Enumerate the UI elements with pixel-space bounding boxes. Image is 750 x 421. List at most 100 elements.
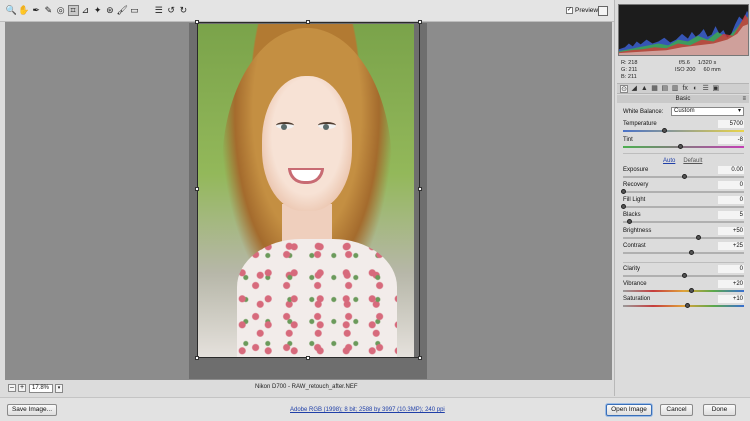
slider-track[interactable] — [623, 130, 744, 132]
slider-track[interactable] — [623, 191, 744, 193]
white-balance-select[interactable]: Custom — [671, 107, 744, 116]
slider-recovery[interactable]: Recovery 0 — [621, 181, 744, 197]
slider-temperature[interactable]: Temperature 5700 — [623, 120, 744, 136]
white-balance-tool-icon[interactable]: ✒ — [31, 5, 42, 16]
slider-thumb[interactable] — [677, 144, 683, 149]
slider-value-field[interactable]: 0.00 — [718, 166, 744, 174]
slider-track[interactable] — [623, 146, 744, 148]
adjustment-brush-icon[interactable]: 🖌 — [116, 5, 127, 16]
preview-checkbox[interactable]: ✓ — [566, 7, 573, 14]
preferences-icon[interactable]: ☰ — [153, 5, 164, 16]
cancel-button[interactable]: Cancel — [660, 404, 693, 416]
rotate-right-icon[interactable]: ↻ — [178, 5, 189, 16]
slider-clarity[interactable]: Clarity 0 — [623, 265, 744, 281]
slider-value-field[interactable]: +25 — [718, 242, 744, 250]
slider-value-field[interactable]: 5700 — [718, 120, 744, 128]
slider-thumb[interactable] — [685, 303, 691, 308]
crop-handle-bottom[interactable] — [306, 356, 310, 360]
red-eye-tool-icon[interactable]: ⊛ — [104, 5, 115, 16]
crop-handle-left[interactable] — [195, 187, 199, 191]
workflow-options-link[interactable]: Adobe RGB (1998); 8 bit; 2588 by 3997 (1… — [290, 407, 445, 413]
slider-thumb[interactable] — [681, 273, 687, 278]
slider-vibrance[interactable]: Vibrance +20 — [623, 280, 744, 296]
slider-exposure[interactable]: Exposure 0.00 — [623, 166, 744, 182]
open-image-button[interactable]: Open Image — [606, 404, 652, 416]
slider-thumb[interactable] — [621, 204, 626, 209]
slider-thumb[interactable] — [688, 288, 694, 293]
slider-value-field[interactable]: 0 — [718, 265, 744, 273]
crop-handle-bl[interactable] — [195, 356, 199, 360]
slider-value-field[interactable]: +10 — [718, 295, 744, 303]
divider — [623, 262, 744, 263]
slider-value-field[interactable]: 5 — [718, 211, 744, 219]
slider-thumb[interactable] — [696, 235, 702, 240]
crop-handle-tl[interactable] — [195, 20, 199, 24]
slider-thumb[interactable] — [688, 250, 694, 255]
zoom-dropdown-icon[interactable]: ▾ — [55, 384, 63, 393]
slider-brightness[interactable]: Brightness +50 — [623, 227, 744, 243]
slider-blacks[interactable]: Blacks 5 — [623, 211, 744, 227]
rotate-left-icon[interactable]: ↺ — [166, 5, 177, 16]
presets-tab-icon[interactable]: ☰ — [702, 85, 710, 93]
targeted-adjustment-tool-icon[interactable]: ◎ — [55, 5, 66, 16]
crop-handle-top[interactable] — [306, 20, 310, 24]
fullscreen-toggle-icon[interactable] — [598, 6, 608, 16]
detail-tab-icon[interactable]: ▲ — [640, 85, 648, 93]
zoom-level-field[interactable]: 17.8% — [29, 384, 53, 393]
color-sampler-tool-icon[interactable]: ✎ — [43, 5, 54, 16]
image-canvas[interactable] — [5, 20, 612, 380]
lens-tab-icon[interactable]: ▥ — [671, 85, 679, 93]
slider-track[interactable] — [623, 305, 744, 307]
slider-fill-light[interactable]: Fill Light 0 — [621, 196, 744, 212]
slider-value-field[interactable]: 0 — [718, 196, 744, 204]
slider-value-field[interactable]: -8 — [718, 136, 744, 144]
snapshots-tab-icon[interactable]: ▣ — [712, 85, 720, 93]
slider-label: Recovery — [623, 182, 649, 188]
crop-handle-br[interactable] — [418, 356, 422, 360]
preview-toggle[interactable]: ✓ Preview — [566, 7, 598, 14]
zoom-out-button[interactable]: – — [8, 384, 16, 392]
slider-track[interactable] — [623, 206, 744, 208]
zoom-in-button[interactable]: + — [18, 384, 26, 392]
straighten-tool-icon[interactable]: ⊿ — [80, 5, 91, 16]
slider-track[interactable] — [623, 221, 744, 223]
slider-contrast[interactable]: Contrast +25 — [623, 242, 744, 258]
fx-tab-icon[interactable]: fx — [681, 85, 689, 93]
graduated-filter-icon[interactable]: ▭ — [129, 5, 140, 16]
slider-label: Fill Light — [623, 197, 646, 203]
camera-calibration-tab-icon[interactable]: ◐ — [691, 85, 699, 93]
hsl-tab-icon[interactable]: ▦ — [651, 85, 659, 93]
slider-thumb[interactable] — [621, 189, 626, 194]
slider-thumb[interactable] — [681, 174, 687, 179]
default-link[interactable]: Default — [683, 158, 702, 164]
crop-frame[interactable] — [195, 20, 422, 360]
exif-shutter: 1/320 s — [697, 60, 717, 66]
done-button[interactable]: Done — [703, 404, 736, 416]
exif-focal: 60 mm — [703, 67, 721, 73]
spot-removal-tool-icon[interactable]: ✦ — [92, 5, 103, 16]
exif-aperture: f/5.6 — [679, 60, 690, 66]
slider-track[interactable] — [623, 252, 744, 254]
slider-thumb[interactable] — [627, 219, 633, 224]
slider-value-field[interactable]: 0 — [718, 181, 744, 189]
slider-value-field[interactable]: +50 — [718, 227, 744, 235]
slider-value-field[interactable]: +20 — [718, 280, 744, 288]
slider-track[interactable] — [623, 290, 744, 292]
basic-tab-icon[interactable]: ⊙ — [620, 85, 628, 93]
save-image-button[interactable]: Save Image... — [7, 404, 57, 416]
crop-tool-icon[interactable]: ⌗ — [67, 5, 79, 16]
slider-saturation[interactable]: Saturation +10 — [623, 295, 744, 311]
slider-label: Brightness — [623, 228, 652, 234]
crop-handle-tr[interactable] — [418, 20, 422, 24]
panel-menu-icon[interactable]: ≡ — [742, 95, 746, 103]
slider-track[interactable] — [623, 237, 744, 239]
preview-label: Preview — [575, 7, 599, 14]
auto-link[interactable]: Auto — [663, 158, 675, 164]
tone-curve-tab-icon[interactable]: ◢ — [630, 85, 638, 93]
slider-tint[interactable]: Tint -8 — [623, 136, 744, 152]
hand-tool-icon[interactable]: ✋ — [18, 5, 29, 16]
split-toning-tab-icon[interactable]: ▤ — [661, 85, 669, 93]
slider-thumb[interactable] — [662, 128, 668, 133]
crop-handle-right[interactable] — [418, 187, 422, 191]
zoom-tool-icon[interactable]: 🔍 — [6, 5, 17, 16]
